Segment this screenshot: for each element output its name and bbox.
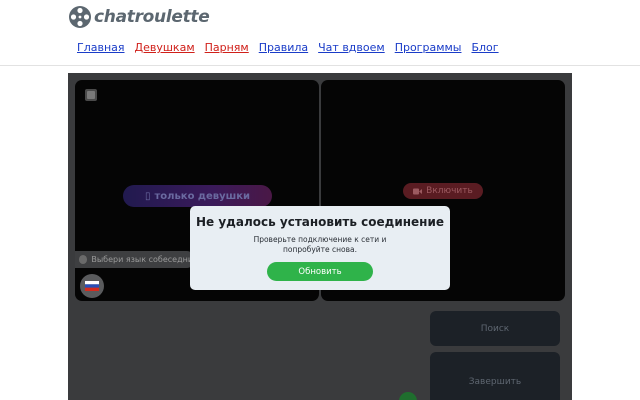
dialog-title: Не удалось установить соединение [196,215,444,229]
film-reel-icon [69,6,91,28]
connection-error-dialog: Не удалось установить соединение Проверь… [190,206,450,290]
search-button[interactable]: Поиск [430,311,560,346]
refresh-button[interactable]: Обновить [267,262,373,281]
nav-link-girls[interactable]: Девушкам [135,41,195,54]
nav-link-rules[interactable]: Правила [259,41,308,54]
chat-messages-area[interactable] [68,304,423,400]
nav-link-blog[interactable]: Блог [471,41,498,54]
ru-flag-icon [85,281,99,291]
main-nav: Главная Девушкам Парням Правила Чат вдво… [77,41,499,54]
language-prompt: Выбери язык собеседника [91,255,195,264]
nav-link-guys[interactable]: Парням [205,41,249,54]
enable-camera-label: Включить [426,186,473,196]
lock-icon: ▯ [144,190,151,202]
site-header: chatroulette Главная Девушкам Парням Пра… [0,0,640,66]
finish-button[interactable]: Завершить [430,352,560,400]
enable-camera-button[interactable]: Включить [403,183,483,199]
nav-link-chat-two[interactable]: Чат вдвоем [318,41,385,54]
camera-switch-icon[interactable] [85,89,97,101]
language-flag-button[interactable] [80,274,104,298]
dialog-message: Проверьте подключение к сети и попробуйт… [253,235,387,254]
logo[interactable]: chatroulette [68,4,210,30]
language-selector-bar[interactable]: Выбери язык собеседника [75,251,195,268]
globe-icon [79,255,88,264]
girls-only-button[interactable]: ▯ только девушки [123,185,272,207]
girls-only-label: только девушки [154,190,251,202]
logo-text: chatroulette [94,7,210,27]
video-camera-icon [413,188,423,194]
nav-link-home[interactable]: Главная [77,41,125,54]
nav-link-programs[interactable]: Программы [395,41,462,54]
